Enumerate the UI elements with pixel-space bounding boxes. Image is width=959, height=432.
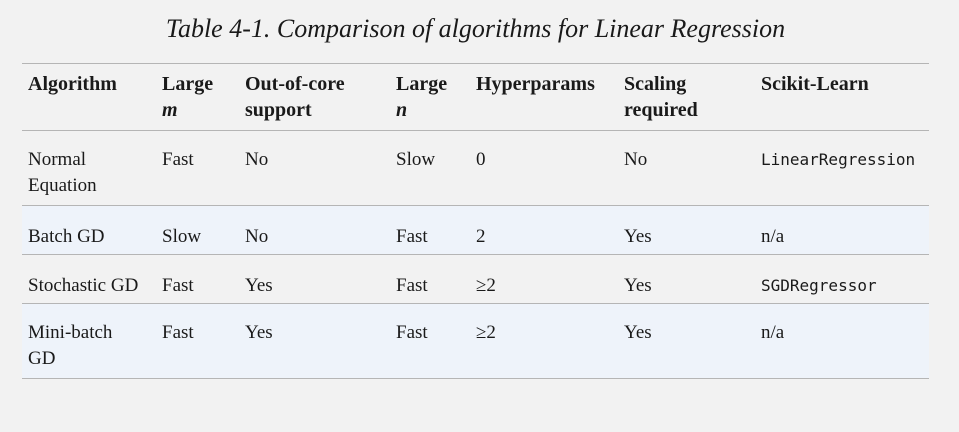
- table-header-row: Algorithm Large m Out-of-core support La…: [22, 64, 929, 131]
- cell-algorithm: Stochastic GD: [28, 273, 138, 299]
- cell-algorithm-line1: Normal: [28, 149, 87, 170]
- header-large-n-line2: n: [396, 99, 408, 121]
- header-scaling-line1: Scaling: [624, 73, 687, 95]
- table-row: Normal Equation Fast No Slow 0 No Linear…: [22, 131, 929, 206]
- cell-algorithm: Batch GD: [28, 224, 105, 250]
- cell-algorithm: Normal Equation: [28, 147, 97, 199]
- cell-large-n: Fast: [396, 275, 428, 296]
- header-scaling: Scaling required: [624, 71, 698, 123]
- cell-scikit-learn: SGDRegressor: [761, 276, 877, 295]
- cell-hyperparams: ≥2: [476, 322, 496, 343]
- header-out-of-core-line1: Out-of-core: [245, 73, 345, 95]
- cell-algorithm-line1: Batch GD: [28, 226, 105, 247]
- cell-scikit-learn: LinearRegression: [761, 150, 916, 169]
- cell-out-of-core: Yes: [245, 275, 273, 296]
- cell-large-m: Slow: [162, 226, 202, 247]
- cell-scikit-learn: n/a: [761, 226, 785, 247]
- cell-hyperparams: 2: [476, 226, 486, 247]
- cell-algorithm-line1: Mini-batch: [28, 322, 113, 343]
- cell-algorithm-line2: Equation: [28, 175, 97, 196]
- header-scikit-learn: Scikit-Learn: [761, 73, 869, 95]
- cell-hyperparams: 0: [476, 149, 486, 170]
- cell-algorithm: Mini-batch GD: [28, 320, 112, 372]
- header-algorithm: Algorithm: [28, 73, 117, 95]
- header-large-m-line2: m: [162, 99, 178, 121]
- cell-large-m: Fast: [162, 149, 194, 170]
- cell-out-of-core: No: [245, 226, 269, 247]
- table-row: Mini-batch GD Fast Yes Fast ≥2 Yes n/a: [22, 304, 929, 379]
- cell-large-n: Fast: [396, 226, 428, 247]
- cell-scaling: Yes: [624, 322, 652, 343]
- cell-algorithm-line2: GD: [28, 348, 56, 369]
- cell-scikit-learn: n/a: [761, 322, 785, 343]
- header-large-n-line1: Large: [396, 73, 448, 95]
- cell-scaling: Yes: [624, 275, 652, 296]
- cell-large-m: Fast: [162, 275, 194, 296]
- header-large-m-line1: Large: [162, 73, 214, 95]
- cell-algorithm-line1: Stochastic GD: [28, 275, 139, 296]
- header-hyperparams: Hyperparams: [476, 73, 595, 95]
- cell-out-of-core: No: [245, 149, 269, 170]
- header-large-n: Large n: [396, 71, 447, 123]
- cell-out-of-core: Yes: [245, 322, 273, 343]
- cell-hyperparams: ≥2: [476, 275, 496, 296]
- header-scaling-line2: required: [624, 99, 698, 121]
- cell-large-m: Fast: [162, 322, 194, 343]
- table-caption: Table 4-1. Comparison of algorithms for …: [165, 14, 786, 43]
- cell-large-n: Slow: [396, 149, 436, 170]
- comparison-table: Algorithm Large m Out-of-core support La…: [22, 63, 929, 379]
- table-row: Stochastic GD Fast Yes Fast ≥2 Yes SGDRe…: [22, 255, 929, 304]
- cell-scaling: Yes: [624, 226, 652, 247]
- header-out-of-core-line2: support: [245, 99, 312, 121]
- cell-scaling: No: [624, 149, 648, 170]
- table-row: Batch GD Slow No Fast 2 Yes n/a: [22, 206, 929, 255]
- cell-large-n: Fast: [396, 322, 428, 343]
- header-out-of-core: Out-of-core support: [245, 71, 345, 123]
- header-large-m: Large m: [162, 71, 213, 123]
